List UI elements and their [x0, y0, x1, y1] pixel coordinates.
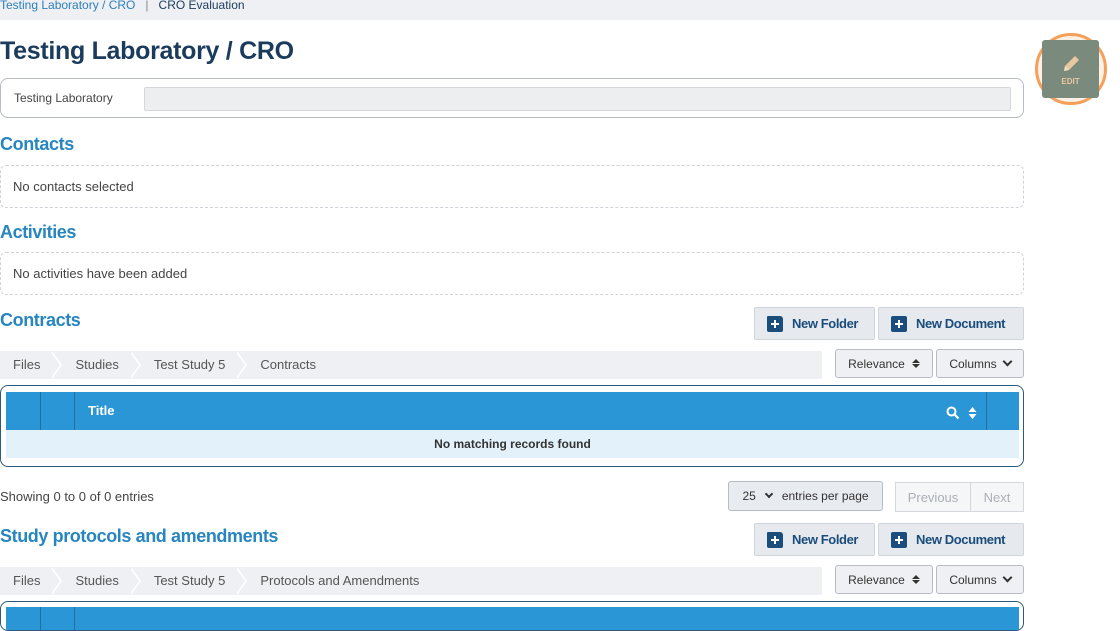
contracts-new-document-button[interactable]: New Document: [878, 307, 1024, 340]
testing-laboratory-row: Testing Laboratory: [0, 78, 1024, 118]
contracts-heading: Contracts: [0, 310, 81, 330]
pencil-icon: [1063, 55, 1079, 71]
title-column-header[interactable]: Title: [80, 396, 986, 428]
icon-column: [41, 392, 75, 430]
search-icon[interactable]: [946, 406, 960, 420]
contacts-empty: No contacts selected: [0, 165, 1024, 208]
testing-laboratory-label: Testing Laboratory: [14, 91, 113, 105]
new-document-label: New Document: [916, 316, 1006, 331]
path-item-files[interactable]: Files: [0, 567, 63, 595]
new-folder-label: New Folder: [792, 532, 859, 547]
columns-label: Columns: [949, 572, 997, 587]
protocols-heading: Study protocols and amendments: [0, 526, 279, 546]
sort-icon: [911, 359, 920, 368]
previous-page-button[interactable]: Previous: [895, 482, 971, 512]
new-document-icon: [891, 315, 907, 332]
protocols-columns-button[interactable]: Columns: [936, 565, 1024, 594]
path-item-files[interactable]: Files: [0, 351, 63, 379]
protocols-new-folder-button[interactable]: New Folder: [754, 523, 875, 556]
protocols-table: [0, 601, 1024, 631]
chevron-down-icon: [1002, 356, 1013, 367]
chevron-down-icon: [1002, 572, 1013, 583]
path-item-protocols[interactable]: Protocols and Amendments: [247, 567, 441, 595]
protocols-new-document-button[interactable]: New Document: [878, 523, 1024, 556]
table-header: Title: [6, 392, 1019, 430]
protocols-path: Files Studies Test Study 5 Protocols and…: [0, 567, 822, 595]
new-document-label: New Document: [916, 532, 1006, 547]
new-document-icon: [891, 531, 907, 548]
table-info: Showing 0 to 0 of 0 entries: [0, 489, 154, 504]
column-divider: [986, 392, 987, 430]
select-column[interactable]: [6, 392, 41, 430]
page-size-select[interactable]: 25 entries per page: [728, 481, 883, 511]
contracts-sort-select[interactable]: Relevance: [835, 349, 933, 378]
path-item-studies[interactable]: Studies: [62, 567, 142, 595]
contracts-table: Title No matching records found: [0, 385, 1024, 467]
sort-icon[interactable]: [968, 406, 977, 420]
path-item-studies[interactable]: Studies: [62, 351, 142, 379]
activities-heading: Activities: [0, 222, 77, 242]
protocols-sort-select[interactable]: Relevance: [835, 565, 933, 594]
title-column-label: Title: [88, 403, 115, 418]
table-empty-row: No matching records found: [6, 430, 1019, 458]
new-folder-label: New Folder: [792, 316, 859, 331]
breadcrumb-link[interactable]: Testing Laboratory / CRO: [0, 0, 135, 12]
next-page-button[interactable]: Next: [970, 482, 1024, 512]
path-item-contracts[interactable]: Contracts: [247, 351, 338, 379]
sort-label: Relevance: [848, 356, 905, 371]
columns-label: Columns: [949, 356, 997, 371]
sort-label: Relevance: [848, 572, 905, 587]
contracts-path: Files Studies Test Study 5 Contracts: [0, 351, 822, 379]
page-size-label: entries per page: [781, 489, 869, 503]
testing-laboratory-field: [144, 87, 1011, 111]
chevron-down-icon: [764, 489, 774, 499]
breadcrumb-separator: |: [145, 0, 149, 12]
contacts-heading: Contacts: [0, 134, 74, 154]
path-item-test-study[interactable]: Test Study 5: [141, 567, 248, 595]
edit-label: EDIT: [1061, 76, 1080, 86]
contracts-new-folder-button[interactable]: New Folder: [754, 307, 875, 340]
page-title: Testing Laboratory / CRO: [0, 37, 294, 65]
top-breadcrumb: Testing Laboratory / CRO | CRO Evaluation: [0, 0, 1120, 20]
sort-icon: [911, 575, 920, 584]
breadcrumb-current: CRO Evaluation: [158, 0, 245, 12]
activities-empty: No activities have been added: [0, 252, 1024, 295]
contracts-columns-button[interactable]: Columns: [936, 349, 1024, 378]
page-size-value: 25: [742, 489, 756, 503]
edit-button[interactable]: EDIT: [1042, 40, 1099, 98]
path-item-test-study[interactable]: Test Study 5: [141, 351, 248, 379]
new-folder-icon: [767, 315, 783, 332]
new-folder-icon: [767, 531, 783, 548]
